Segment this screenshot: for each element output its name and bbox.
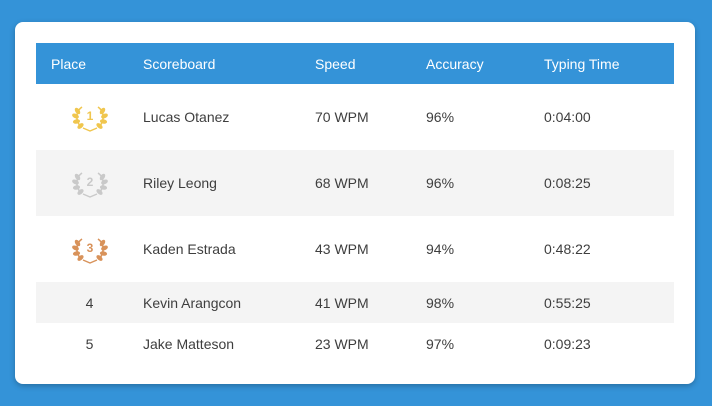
table-row: 5 Jake Matteson 23 WPM 97% 0:09:23 [36, 323, 674, 364]
player-name: Riley Leong [143, 175, 217, 191]
place-cell: 5 [36, 323, 143, 364]
table-row: 4 Kevin Arangcon 41 WPM 98% 0:55:25 [36, 282, 674, 323]
speed-value: 43 WPM [315, 241, 369, 257]
gold-laurel-icon: 1 [70, 105, 109, 132]
svg-text:1: 1 [86, 109, 93, 123]
accuracy-value: 96% [426, 175, 455, 191]
typing-time-value: 0:09:23 [544, 335, 591, 352]
accuracy-value: 94% [426, 241, 455, 257]
table-header-row: Place Scoreboard Speed Accuracy Typing T… [36, 43, 674, 84]
place-cell: 1 [36, 84, 143, 150]
accuracy-value: 96% [426, 109, 455, 125]
typing-time-value: 0:08:25 [544, 175, 591, 191]
place-number: 4 [85, 294, 94, 311]
table-row: 2 Riley Leong 68 WPM 96% 0:08:25 [36, 150, 674, 216]
bronze-laurel-icon: 3 [70, 237, 109, 264]
player-name: Kevin Arangcon [143, 294, 242, 311]
silver-laurel-icon: 2 [70, 171, 109, 198]
speed-value: 23 WPM [315, 335, 369, 352]
header-accuracy: Accuracy [426, 55, 484, 72]
speed-value: 70 WPM [315, 109, 369, 125]
scoreboard-card: Place Scoreboard Speed Accuracy Typing T… [15, 22, 695, 384]
speed-value: 68 WPM [315, 175, 369, 191]
header-typing-time: Typing Time [544, 55, 620, 72]
accuracy-value: 98% [426, 294, 455, 311]
typing-time-value: 0:55:25 [544, 294, 591, 311]
place-cell: 4 [36, 282, 143, 323]
table-row: 1 Lucas Otanez 70 WPM 96% 0:04:00 [36, 84, 674, 150]
scoreboard-table: Place Scoreboard Speed Accuracy Typing T… [36, 43, 674, 364]
place-cell: 3 [36, 216, 143, 282]
header-place: Place [51, 55, 87, 72]
svg-text:2: 2 [86, 175, 93, 189]
place-number: 5 [85, 335, 94, 352]
player-name: Jake Matteson [143, 335, 235, 352]
header-speed: Speed [315, 55, 356, 72]
svg-text:3: 3 [86, 241, 93, 255]
typing-time-value: 0:48:22 [544, 241, 591, 257]
player-name: Kaden Estrada [143, 241, 236, 257]
accuracy-value: 97% [426, 335, 455, 352]
typing-time-value: 0:04:00 [544, 109, 591, 125]
player-name: Lucas Otanez [143, 109, 230, 125]
header-scoreboard: Scoreboard [143, 55, 216, 72]
table-row: 3 Kaden Estrada 43 WPM 94% 0:48:22 [36, 216, 674, 282]
place-cell: 2 [36, 150, 143, 216]
speed-value: 41 WPM [315, 294, 369, 311]
